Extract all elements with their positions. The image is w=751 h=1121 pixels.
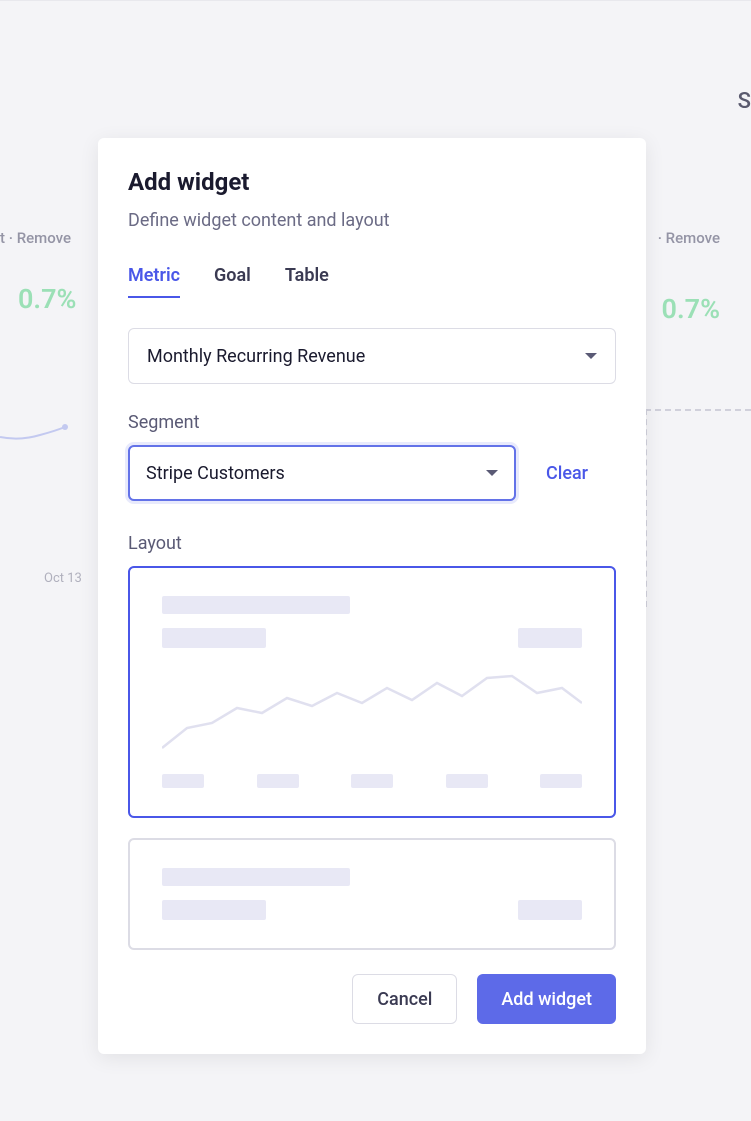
cancel-button[interactable]: Cancel: [352, 974, 457, 1024]
segment-select[interactable]: Stripe Customers: [128, 445, 516, 501]
skeleton-bar: [162, 596, 350, 614]
tabs: Metric Goal Table: [128, 265, 616, 298]
skeleton-bar: [162, 868, 350, 886]
bg-sparkline: [0, 409, 70, 449]
bg-dashed-border: [645, 409, 751, 607]
bg-remove-right: · Remove: [658, 229, 720, 247]
skeleton-bar: [518, 900, 582, 920]
add-widget-modal: Add widget Define widget content and lay…: [98, 138, 646, 1054]
chevron-down-icon: [486, 470, 498, 476]
skeleton-bar: [257, 774, 299, 788]
skeleton-bar: [540, 774, 582, 788]
bg-date: Oct 13: [44, 571, 82, 586]
segment-label: Segment: [128, 412, 616, 433]
metric-select[interactable]: Monthly Recurring Revenue: [128, 328, 616, 384]
modal-subtitle: Define widget content and layout: [128, 210, 616, 231]
layout-label: Layout: [128, 533, 616, 554]
tab-metric[interactable]: Metric: [128, 265, 180, 298]
tab-table[interactable]: Table: [285, 265, 329, 298]
skeleton-bar: [162, 628, 266, 648]
layout-option-simple[interactable]: [128, 838, 616, 950]
chevron-down-icon: [585, 353, 597, 359]
modal-title: Add widget: [128, 168, 616, 196]
skeleton-bar: [446, 774, 488, 788]
bg-pct-right: 0.7%: [662, 293, 720, 325]
skeleton-bar: [162, 774, 204, 788]
skeleton-chart-icon: [162, 668, 582, 756]
skeleton-bar: [162, 900, 266, 920]
bg-remove-left: t · Remove: [0, 229, 71, 247]
segment-select-value: Stripe Customers: [146, 463, 285, 484]
metric-select-value: Monthly Recurring Revenue: [147, 346, 365, 367]
layout-option-chart[interactable]: [128, 566, 616, 818]
bg-pct-left: 0.7%: [18, 283, 76, 315]
add-widget-button[interactable]: Add widget: [477, 974, 616, 1024]
skeleton-bar: [518, 628, 582, 648]
clear-button[interactable]: Clear: [546, 463, 588, 484]
tab-goal[interactable]: Goal: [214, 265, 251, 298]
modal-footer: Cancel Add widget: [128, 974, 616, 1024]
bg-text-s: S: [738, 89, 751, 114]
skeleton-bar: [351, 774, 393, 788]
